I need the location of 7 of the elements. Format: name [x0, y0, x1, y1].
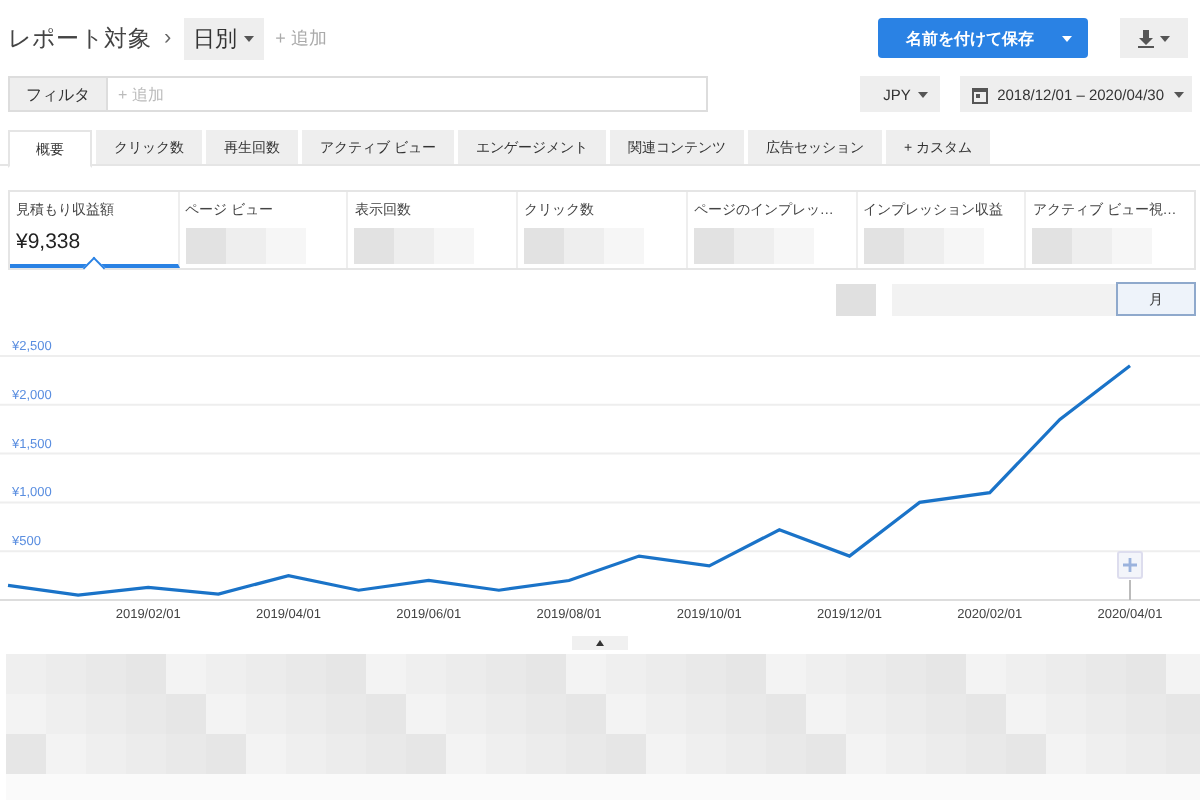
filter-label: フィルタ: [8, 76, 108, 112]
report-title: レポート対象: [8, 24, 152, 53]
grouping-dropdown[interactable]: 日別: [183, 17, 264, 59]
filter-field[interactable]: + 追加: [108, 76, 708, 112]
metric-value: ¥9,338: [16, 230, 83, 256]
save-button[interactable]: 名前を付けて保存: [878, 18, 1088, 58]
breadcrumb-separator: ›: [164, 26, 172, 50]
